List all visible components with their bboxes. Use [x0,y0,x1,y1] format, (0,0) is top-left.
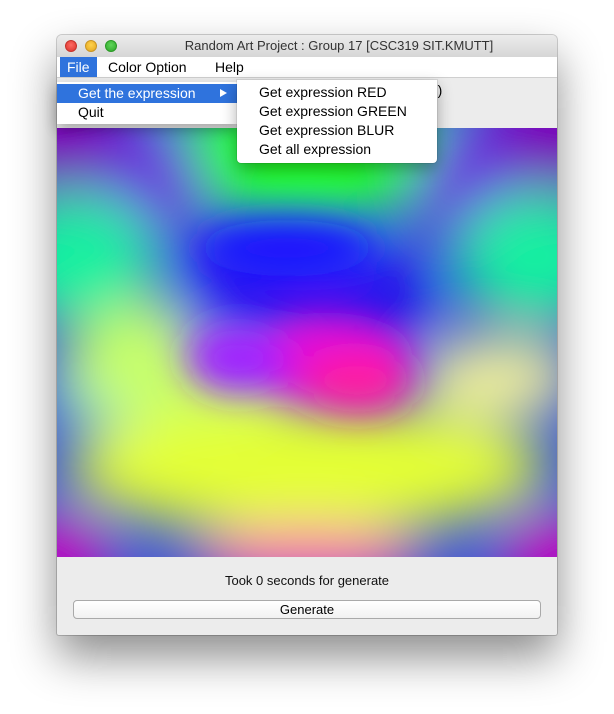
menu-file[interactable]: File [60,57,97,77]
window-title: Random Art Project : Group 17 [CSC319 SI… [184,38,494,53]
menu-color-option[interactable]: Color Option [101,57,194,77]
expression-submenu: Get expression RED Get expression GREEN … [237,80,437,163]
minimize-window-icon[interactable] [85,40,97,52]
menu-item-get-the-expression[interactable]: Get the expression [57,84,237,103]
submenu-arrow-icon [220,89,227,97]
title-bar[interactable]: Random Art Project : Group 17 [CSC319 SI… [57,35,557,58]
generate-button[interactable]: Generate [73,600,541,619]
generation-status: Took 0 seconds for generate [224,573,390,588]
file-menu-dropdown: Get the expression Quit [57,82,237,124]
menu-item-get-all-expression[interactable]: Get all expression [259,140,371,159]
menu-item-get-expression-red[interactable]: Get expression RED [259,83,387,102]
menu-bar: File Color Option Help [57,57,557,78]
menu-help[interactable]: Help [208,57,251,77]
menu-item-get-expression-blur[interactable]: Get expression BLUR [259,121,394,140]
close-window-icon[interactable] [65,40,77,52]
random-art-canvas [57,128,557,557]
menu-item-label: Get the expression [78,85,196,101]
maximize-window-icon[interactable] [105,40,117,52]
menu-item-get-expression-green[interactable]: Get expression GREEN [259,102,407,121]
random-art-image [57,128,557,557]
menu-item-quit[interactable]: Quit [57,103,237,122]
